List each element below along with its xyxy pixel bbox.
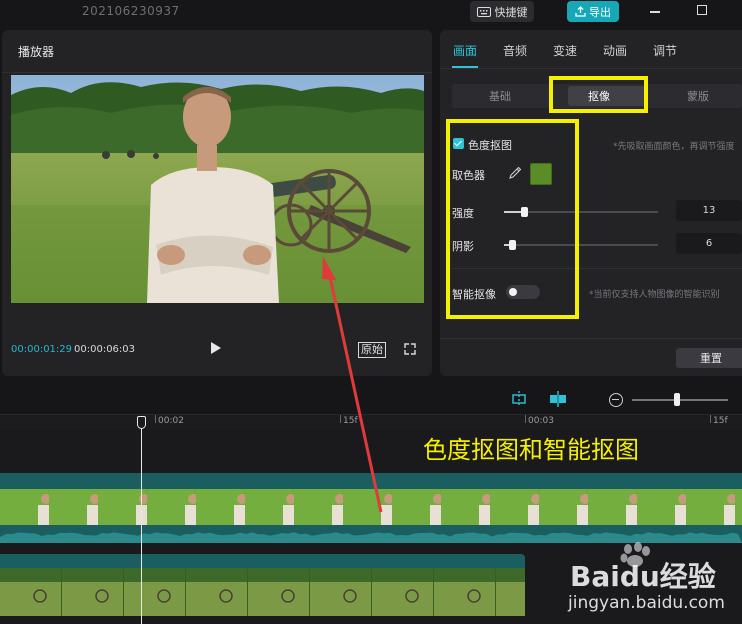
smart-cutout-hint: *当前仅支持人物图像的智能识别 bbox=[589, 290, 720, 300]
original-ratio-button[interactable]: 原始 bbox=[358, 342, 386, 358]
tab-audio[interactable]: 音频 bbox=[503, 42, 527, 59]
timeline-zoom-knob[interactable] bbox=[674, 393, 680, 406]
tab-adjust[interactable]: 调节 bbox=[653, 42, 677, 59]
timeline-ruler[interactable]: 00:02 15f 00:03 15f bbox=[0, 414, 742, 430]
timeline-toolbar bbox=[0, 384, 742, 414]
project-name: 202106230937 bbox=[82, 4, 180, 18]
divider bbox=[2, 72, 432, 73]
ruler-label: 15f bbox=[713, 416, 728, 426]
clip-thumbnails bbox=[0, 489, 742, 525]
annotation-text: 色度抠图和智能抠图 bbox=[423, 436, 639, 464]
current-time: 00:00:01:29 bbox=[11, 344, 73, 355]
background-thumbnails bbox=[0, 568, 525, 616]
player-panel: 播放器 00:00:01:29 00:00:06:03 原始 bbox=[2, 30, 432, 376]
reset-button[interactable]: 重置 bbox=[676, 348, 742, 368]
auto-snap-icon[interactable] bbox=[509, 389, 529, 409]
fullscreen-icon[interactable] bbox=[404, 343, 416, 355]
ruler-label: 00:02 bbox=[158, 416, 184, 426]
person-clip[interactable] bbox=[0, 489, 742, 525]
divider bbox=[440, 68, 742, 69]
strength-value[interactable]: 13 bbox=[676, 200, 742, 221]
tab-picture[interactable]: 画面 bbox=[453, 42, 477, 59]
minimize-button[interactable] bbox=[650, 3, 662, 17]
app-window: 202106230937 快捷键 导出 播放器 00:00:01:29 00:0… bbox=[0, 0, 742, 624]
shortcut-label: 快捷键 bbox=[494, 5, 528, 19]
highlight-cutout-tab bbox=[549, 76, 648, 113]
export-icon bbox=[575, 6, 586, 17]
timeline-zoom-slider[interactable] bbox=[632, 399, 728, 401]
player-title: 播放器 bbox=[18, 45, 55, 59]
export-button[interactable]: 导出 bbox=[567, 1, 619, 22]
properties-panel: 画面 音频 变速 动画 调节 基础 抠像 蒙版 色度抠图 *先吸取画面颜色，再调… bbox=[440, 30, 742, 376]
export-label: 导出 bbox=[589, 5, 611, 19]
watermark-brand: Baidu经验 bbox=[570, 560, 716, 593]
video-preview[interactable] bbox=[11, 75, 424, 303]
panel-tabs: 画面 音频 变速 动画 调节 bbox=[440, 30, 742, 68]
chroma-key-hint: *先吸取画面颜色，再调节强度 bbox=[613, 142, 735, 152]
shadow-value[interactable]: 6 bbox=[676, 233, 742, 254]
keyboard-icon bbox=[476, 6, 491, 17]
ruler-label: 00:03 bbox=[528, 416, 554, 426]
maximize-button[interactable] bbox=[697, 5, 707, 15]
zoom-out-icon[interactable] bbox=[609, 393, 623, 407]
playhead[interactable] bbox=[141, 416, 142, 624]
ruler-label: 15f bbox=[343, 416, 358, 426]
tab-animation[interactable]: 动画 bbox=[603, 42, 627, 59]
total-time: 00:00:06:03 bbox=[74, 344, 136, 355]
tab-speed[interactable]: 变速 bbox=[553, 42, 577, 59]
background-clip[interactable] bbox=[0, 568, 525, 616]
subtab-basic[interactable]: 基础 bbox=[489, 88, 511, 104]
divider bbox=[440, 338, 742, 339]
highlight-chroma-controls bbox=[446, 119, 579, 319]
video-track-background[interactable] bbox=[0, 554, 525, 568]
watermark-url: jingyan.baidu.com bbox=[568, 593, 725, 613]
subtab-mask[interactable]: 蒙版 bbox=[687, 88, 709, 104]
linkage-icon[interactable] bbox=[548, 389, 568, 409]
playhead-handle[interactable] bbox=[137, 416, 146, 429]
shortcut-button[interactable]: 快捷键 bbox=[470, 1, 534, 22]
title-bar: 202106230937 快捷键 导出 bbox=[0, 0, 742, 26]
video-frame-image bbox=[11, 75, 424, 303]
play-icon[interactable] bbox=[210, 341, 222, 355]
